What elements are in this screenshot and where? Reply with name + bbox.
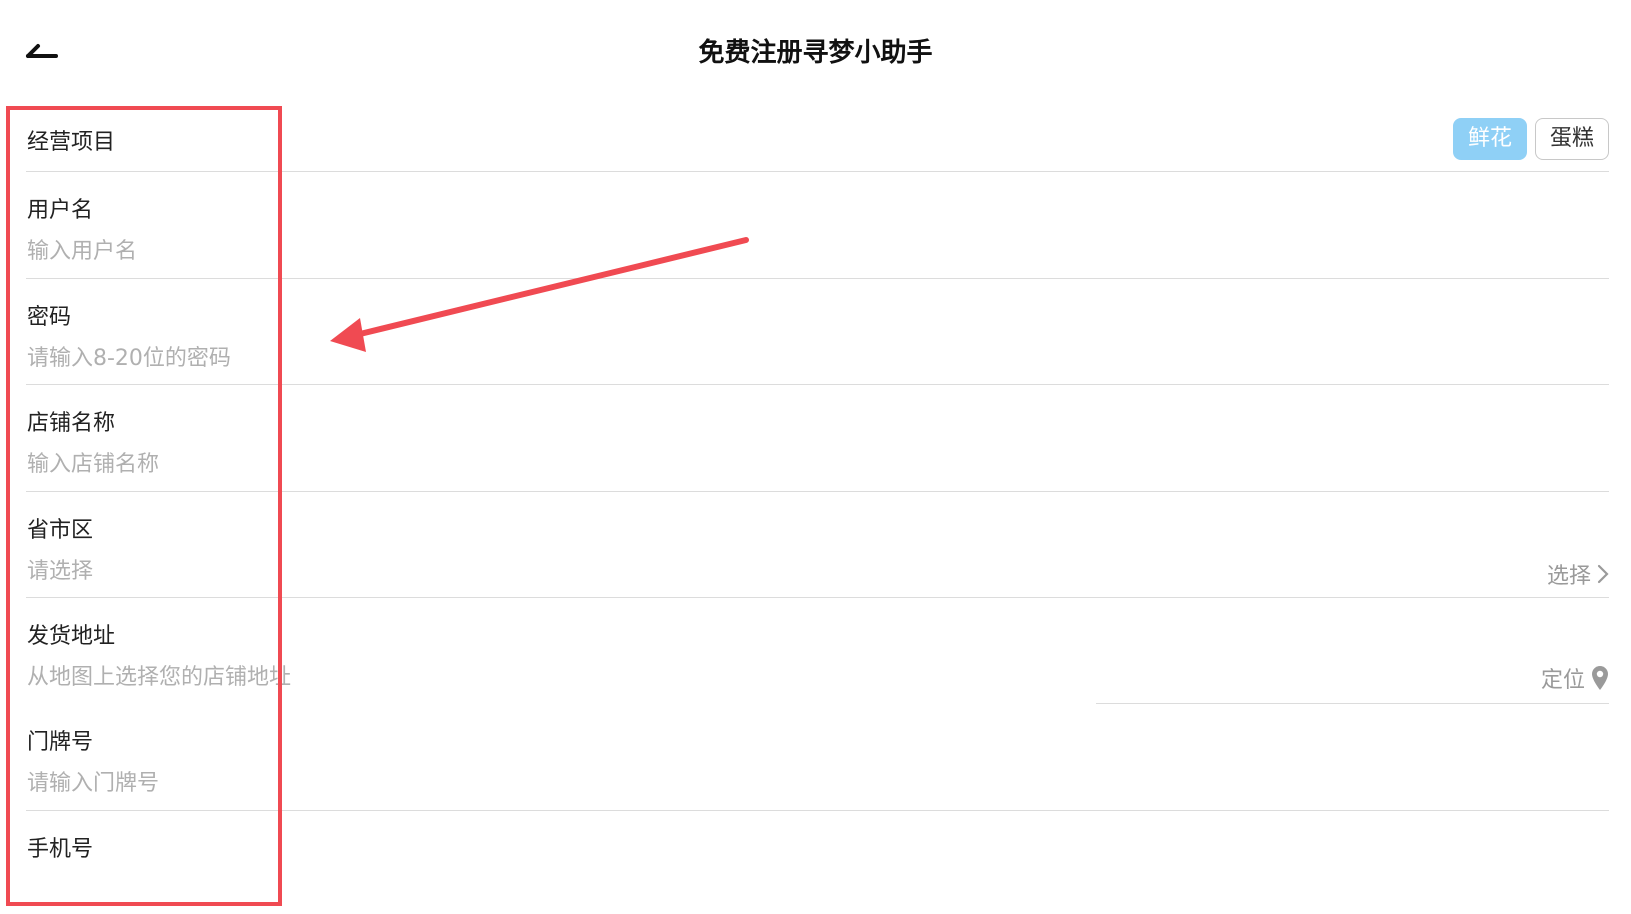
address-label: 发货地址 [27,624,116,649]
registration-form: 经营项目 鲜花 蛋糕 用户名 密码 店铺名称 省市区 选择 发货 [0,0,1631,914]
option-cake-button[interactable]: 蛋糕 [1534,118,1609,160]
door-number-row: 门牌号 [0,704,1631,811]
locate-button[interactable]: 定位 [1541,662,1609,694]
chevron-right-icon [1597,564,1609,584]
phone-row: 手机号 [0,811,1631,914]
business-type-row: 经营项目 [0,106,1631,172]
phone-label: 手机号 [27,837,94,862]
door-number-label: 门牌号 [27,730,94,755]
password-label: 密码 [27,305,72,330]
address-row: 发货地址 定位 [0,598,1631,704]
map-pin-icon [1592,666,1608,690]
business-type-options: 鲜花 蛋糕 [1452,118,1609,160]
locate-label: 定位 [1540,668,1585,693]
door-number-input[interactable] [27,766,727,800]
region-select-label: 选择 [1546,564,1591,589]
password-row: 密码 [0,279,1631,385]
shop-name-input[interactable] [27,447,727,481]
region-label: 省市区 [27,518,94,543]
address-input[interactable] [27,660,727,694]
region-row: 省市区 选择 [0,492,1631,598]
password-input[interactable] [27,341,727,375]
region-input[interactable] [27,554,727,588]
username-label: 用户名 [27,198,94,223]
option-flowers-button[interactable]: 鲜花 [1452,118,1527,160]
shop-name-label: 店铺名称 [27,411,116,436]
business-type-label: 经营项目 [27,130,116,155]
shop-name-row: 店铺名称 [0,385,1631,492]
username-input[interactable] [27,234,727,268]
username-row: 用户名 [0,172,1631,279]
region-select-button[interactable]: 选择 [1547,558,1609,590]
